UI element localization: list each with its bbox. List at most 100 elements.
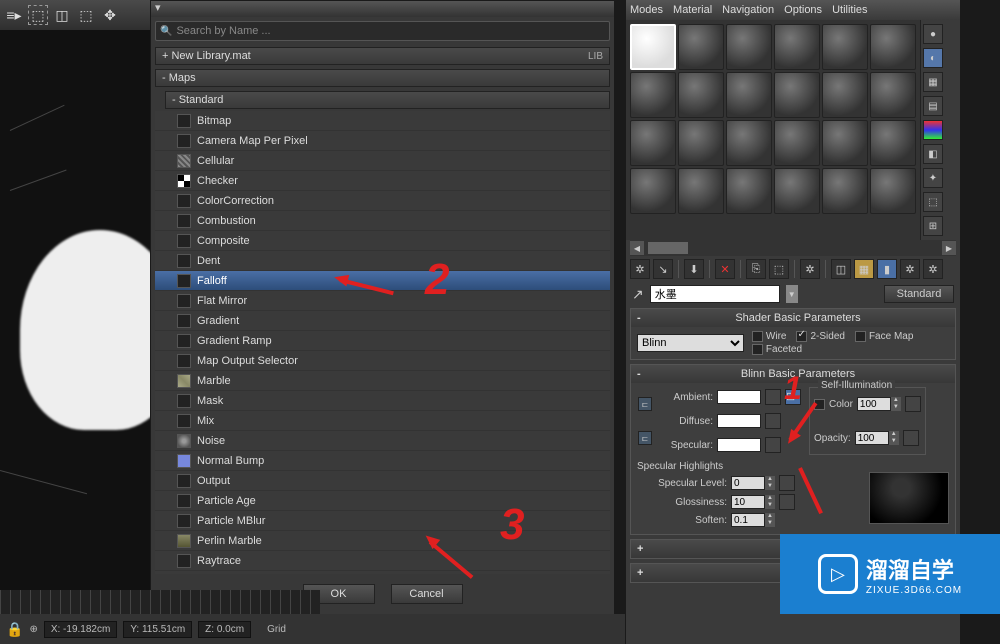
coord-z[interactable]: Z: 0.0cm [198,621,251,638]
absolute-icon[interactable]: ⊕ [29,624,37,635]
diffuse-color[interactable] [717,414,761,428]
pick-material-icon[interactable]: ↗ [632,286,644,303]
search-input[interactable]: Search by Name ... [155,21,610,41]
wire-checkbox[interactable]: Wire [752,331,787,342]
faceted-checkbox[interactable]: Faceted [752,344,802,355]
maps-header[interactable]: - Maps [155,69,610,87]
new-library-bar[interactable]: + New Library.mat LIB [155,47,610,65]
sample-slot[interactable] [870,72,916,118]
map-item-composite[interactable]: Composite [155,231,610,251]
sample-slot[interactable] [630,72,676,118]
gloss-map-button[interactable] [779,494,795,510]
coord-x[interactable]: X: -19.182cm [44,621,117,638]
opacity-map-button[interactable] [903,430,919,446]
ambient-color[interactable] [717,390,761,404]
map-item-combustion[interactable]: Combustion [155,211,610,231]
opacity-value[interactable] [855,431,889,445]
opacity-spinner[interactable]: ▲▼ [889,431,899,445]
gloss-value[interactable] [731,495,765,509]
map-item-gradient[interactable]: Gradient [155,311,610,331]
map-item-dent[interactable]: Dent [155,251,610,271]
move-icon[interactable]: ✥ [100,5,120,25]
mat-id-icon[interactable]: ⊞ [923,216,943,236]
mat-effects-icon[interactable]: ◫ [831,259,851,279]
put-library-icon[interactable]: ✲ [800,259,820,279]
selfillum-spinner[interactable]: ▲▼ [891,397,901,411]
show-map-icon[interactable]: ▦ [854,259,874,279]
go-parent-icon[interactable]: ✲ [900,259,920,279]
sample-slot[interactable] [870,120,916,166]
map-item-mix[interactable]: Mix [155,411,610,431]
sample-type-icon[interactable]: ● [923,24,943,44]
sample-slot[interactable] [726,24,772,70]
sample-slot[interactable] [678,120,724,166]
options-icon[interactable]: ✦ [923,168,943,188]
sample-slot[interactable] [630,120,676,166]
sample-slot[interactable] [726,72,772,118]
map-item-output[interactable]: Output [155,471,610,491]
map-item-flat-mirror[interactable]: Flat Mirror [155,291,610,311]
menu-options[interactable]: Options [784,4,822,16]
assign-icon[interactable]: ⬇ [684,259,704,279]
go-forward-icon[interactable]: ✲ [923,259,943,279]
sample-slot[interactable] [870,168,916,214]
sample-slot[interactable] [774,120,820,166]
selfillum-map-button[interactable] [905,396,921,412]
sample-slot[interactable] [678,168,724,214]
sample-slot[interactable] [678,72,724,118]
standard-header[interactable]: - Standard [165,91,610,109]
shader-select[interactable]: Blinn [637,334,744,352]
map-item-noise[interactable]: Noise [155,431,610,451]
background-icon[interactable]: ▦ [923,72,943,92]
copy-icon[interactable]: ⎘ [746,259,766,279]
sample-slot[interactable] [822,168,868,214]
show-end-icon[interactable]: ▮ [877,259,897,279]
map-item-particle-mblur[interactable]: Particle MBlur [155,511,610,531]
backlight-icon[interactable]: ◐ [923,48,943,68]
sample-slot[interactable] [870,24,916,70]
scroll-thumb[interactable] [648,242,688,254]
map-item-colorcorrection[interactable]: ColorCorrection [155,191,610,211]
map-item-mask[interactable]: Mask [155,391,610,411]
toolbar-btn-3[interactable]: ◫ [52,5,72,25]
sample-slot[interactable] [774,168,820,214]
shader-rollout-header[interactable]: -Shader Basic Parameters [631,309,955,327]
map-item-normal-bump[interactable]: Normal Bump [155,451,610,471]
specular-map-button[interactable] [765,437,781,453]
map-item-bitmap[interactable]: Bitmap [155,111,610,131]
lock-ambient-diffuse[interactable]: ⊏ [638,397,652,411]
lock-diffuse-specular[interactable]: ⊏ [638,431,652,445]
spec-level-spinner[interactable]: ▲▼ [765,476,775,490]
material-name-input[interactable] [650,285,780,303]
viewport[interactable] [0,30,150,590]
material-name-dropdown[interactable]: ▼ [786,285,798,303]
ambient-map-button[interactable] [765,389,781,405]
map-item-camera-map-per-pixel[interactable]: Camera Map Per Pixel [155,131,610,151]
lock-selection-icon[interactable]: 🔒 [6,621,23,638]
toolbar-btn-2[interactable]: ⬚ [28,5,48,25]
map-item-falloff[interactable]: Falloff [155,271,610,291]
map-item-marble[interactable]: Marble [155,371,610,391]
sample-slot[interactable] [774,24,820,70]
sample-slot[interactable] [630,24,676,70]
material-type-button[interactable]: Standard [884,285,954,303]
map-item-gradient-ramp[interactable]: Gradient Ramp [155,331,610,351]
scroll-left-icon[interactable]: ◀ [630,241,644,255]
reset-icon[interactable]: ✕ [715,259,735,279]
uv-tile-icon[interactable]: ▤ [923,96,943,116]
timeline-ruler[interactable] [0,590,320,614]
color-checkbox[interactable] [814,399,825,410]
map-item-raytrace[interactable]: Raytrace [155,551,610,571]
menu-material[interactable]: Material [673,4,712,16]
sample-scrollbar[interactable]: ◀ ▶ [630,240,956,256]
menu-navigation[interactable]: Navigation [722,4,774,16]
ambient-lock-icon[interactable]: ⊟ [785,389,801,405]
cancel-button[interactable]: Cancel [391,584,463,604]
spec-level-value[interactable] [731,476,765,490]
sample-slot[interactable] [726,168,772,214]
video-check-icon[interactable] [923,120,943,140]
soften-value[interactable] [731,513,765,527]
facemap-checkbox[interactable]: Face Map [855,331,913,342]
sample-slot[interactable] [678,24,724,70]
spec-level-map-button[interactable] [779,475,795,491]
